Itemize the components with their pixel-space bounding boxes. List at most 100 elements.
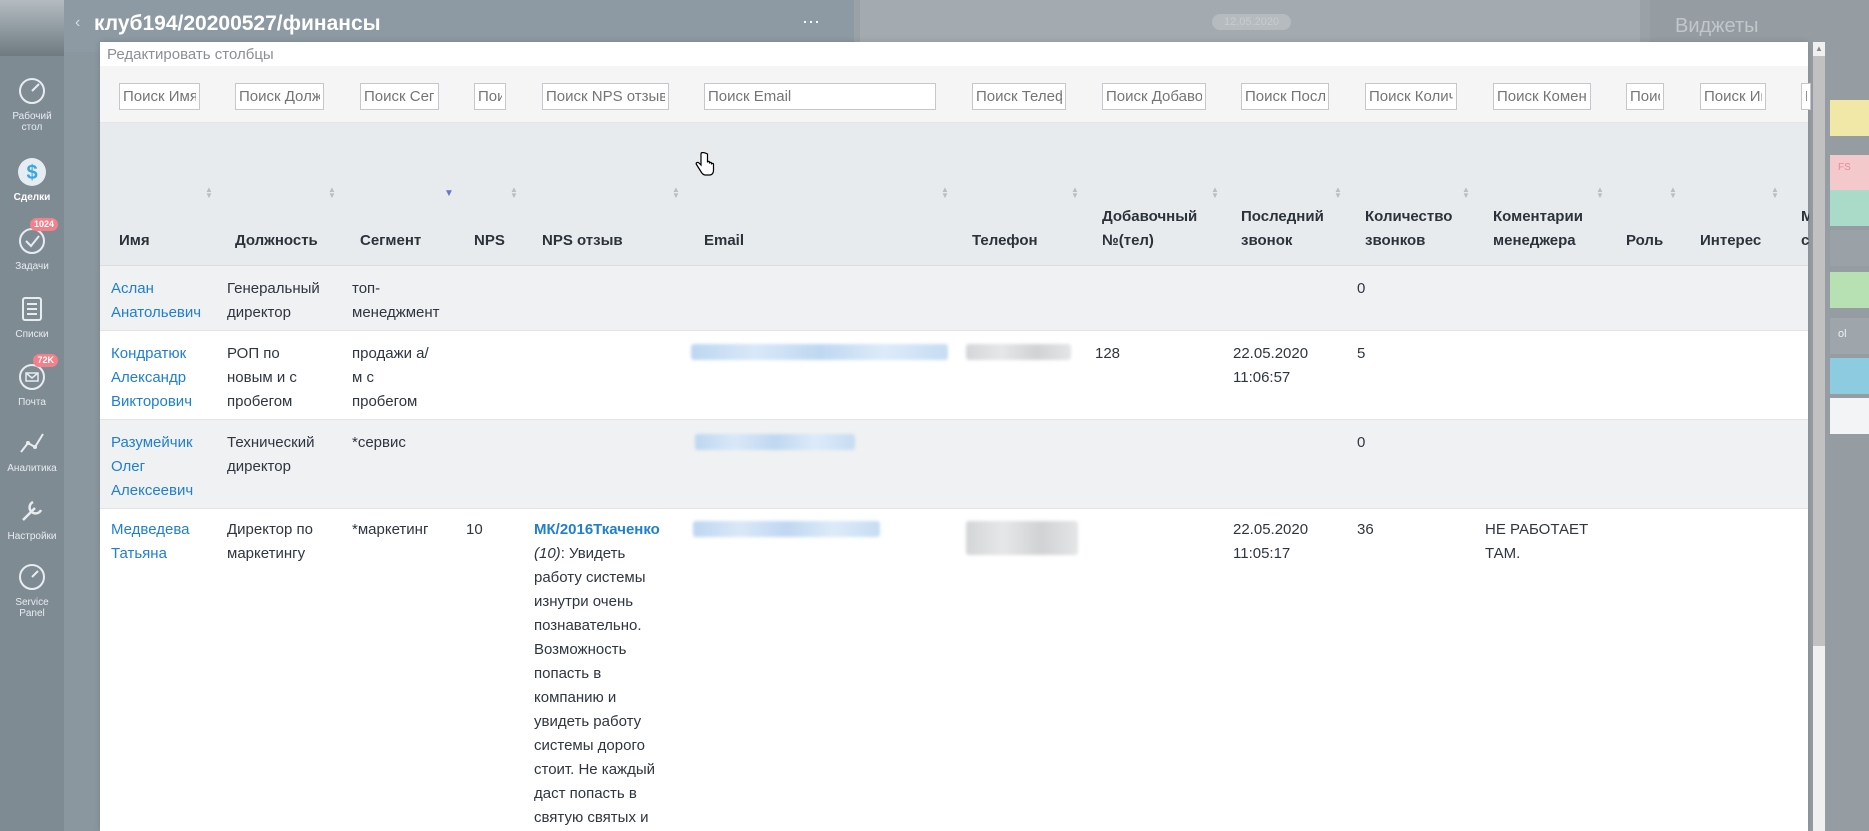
widget-ol-label: ol [1838,328,1847,340]
sort-icon[interactable]: ▲ ▼ [1462,186,1470,201]
table-row: Аслан Анатольевич Генеральный директор т… [100,266,1808,331]
column-header-more[interactable]: М с [1801,205,1809,253]
nav-item-deals[interactable]: $ Сделки [0,155,64,203]
sort-icon[interactable]: ▲ ▼ [941,186,949,201]
table-header: ▲ ▼ ▲ ▼ ▼ ▲ ▼ ▲ ▼ ▲ ▼ ▲ ▼ ▲ ▼ ▲ ▼ ▲ ▼ ▲ ▼ ▲ ▼ ▲ ▼ Им… [100,123,1809,266]
call-count-cell: 36 [1357,521,1374,538]
search-input-phone[interactable] [972,83,1066,110]
sort-icon[interactable]: ▲ ▼ [672,186,680,201]
position-cell: Директор по маркетингу [227,518,313,566]
nav-item-mail[interactable]: 72K Почта [0,354,64,408]
name-line: Олег [111,458,146,475]
feed-date-badge: 12.05.2020 [1212,14,1292,30]
column-header-role[interactable]: Роль [1626,229,1663,253]
sort-icon[interactable]: ▲ ▼ [1334,186,1342,201]
widget-strip[interactable] [1830,155,1869,191]
contact-name-link[interactable]: Кондратюк Александр Викторович [111,342,192,414]
widget-strip[interactable] [1830,398,1869,434]
nav-label-line2: стол [21,122,43,133]
search-input-nps[interactable] [474,83,506,110]
nps-text-line: увидеть работу [534,713,642,730]
segment-line: м с [352,369,374,386]
widget-strip[interactable] [1830,318,1869,354]
column-header-phone[interactable]: Телефон [972,229,1038,253]
column-search-row [100,66,1811,123]
name-line: Викторович [111,393,193,410]
nps-text-line: святую святых и [534,809,649,826]
name-line: Медведева [111,521,190,538]
modal-scrollbar-thumb[interactable] [1813,56,1825,646]
column-header-interest[interactable]: Интерес [1700,229,1761,253]
nps-text-line: познавательно. [534,617,642,634]
column-header-extension[interactable]: Добавочный №(тел) [1102,205,1197,253]
last-call-cell: 22.05.2020 11:06:57 [1233,342,1308,390]
column-header-line2: звонок [1241,232,1293,249]
nps-text-line: компанию и [534,689,617,706]
dashboard-icon [19,78,45,104]
chevron-left-icon[interactable]: ‹ [75,14,80,32]
column-header-email[interactable]: Email [704,229,744,253]
column-header-nps[interactable]: NPS [474,229,505,253]
widget-strip[interactable] [1830,358,1869,394]
widget-strip[interactable] [1830,190,1869,226]
account-avatar[interactable] [0,0,64,56]
sort-icon[interactable]: ▲ ▼ [1669,186,1677,201]
nav-item-service-panel[interactable]: Service Panel [0,560,64,619]
sort-icon[interactable]: ▲ ▼ [1211,186,1219,201]
search-input-last-call[interactable] [1241,83,1329,110]
search-input-email[interactable] [704,83,936,110]
nav-item-tasks[interactable]: 1024 Задачи [0,218,64,272]
position-line: Генеральный [227,280,320,297]
sort-icon[interactable]: ▲ ▼ [510,186,518,201]
search-input-more[interactable] [1801,83,1811,110]
mail-badge: 72K [33,354,58,367]
column-header-name[interactable]: Имя [119,229,150,253]
nav-item-settings[interactable]: Настройки [0,494,64,542]
list-icon [22,297,42,321]
column-header-nps-review[interactable]: NPS отзыв [542,229,623,253]
segment-cell: *маркетинг [352,518,428,542]
nps-cell: 10 [466,521,483,538]
widget-strip[interactable] [1830,272,1869,308]
column-header-segment[interactable]: Сегмент [360,229,421,253]
column-header-last-call[interactable]: Последний звонок [1241,205,1324,253]
call-count-cell: 5 [1357,345,1366,362]
contact-name-link[interactable]: Медведева Татьяна [111,518,189,566]
nav-item-analytics[interactable]: Аналитика [0,426,64,474]
nav-item-dashboard[interactable]: Рабочий стол [0,74,64,133]
search-input-comments[interactable] [1493,83,1591,110]
column-header-call-count[interactable]: Количество звонков [1365,205,1452,253]
contact-name-link[interactable]: Разумейчик Олег Алексеевич [111,431,193,503]
nav-label-line1: Рабочий [12,111,52,122]
more-dots-icon[interactable]: ⋯ [802,12,821,33]
nav-item-lists[interactable]: Списки [0,292,64,340]
nps-review-link[interactable]: МК/2016Ткаченко [534,521,660,538]
search-input-nps-review[interactable] [542,83,669,110]
search-input-name[interactable] [119,83,200,110]
sort-icon[interactable]: ▲ ▼ [328,186,336,201]
sort-icon[interactable]: ▲ ▼ [1071,186,1079,201]
name-line: Разумейчик [111,434,193,451]
name-line: Татьяна [111,545,167,562]
search-input-interest[interactable] [1700,83,1766,110]
last-call-date: 22.05.2020 [1233,521,1309,538]
search-input-extension[interactable] [1102,83,1206,110]
segment-cell: продажи а/ м с пробегом [352,342,429,414]
sort-desc-icon[interactable]: ▼ [444,189,454,205]
scroll-up-icon[interactable]: ▲ [1813,44,1825,54]
widget-strip[interactable] [1830,230,1869,266]
column-header-comments[interactable]: Коментарии менеджера [1493,205,1583,253]
sort-icon[interactable]: ▲ ▼ [205,186,213,201]
widget-strip[interactable] [1830,100,1869,136]
search-input-call-count[interactable] [1365,83,1457,110]
sort-icon[interactable]: ▲ ▼ [1771,186,1779,201]
segment-line: топ- [352,280,381,297]
modal-caption[interactable]: Редактировать столбцы [107,46,274,63]
nps-text-line: даст попасть в [534,785,637,802]
sort-icon[interactable]: ▲ ▼ [1596,186,1604,201]
column-header-position[interactable]: Должность [235,229,318,253]
search-input-segment[interactable] [360,83,439,110]
search-input-position[interactable] [235,83,324,110]
contact-name-link[interactable]: Аслан Анатольевич [111,277,201,325]
search-input-role[interactable] [1626,83,1664,110]
